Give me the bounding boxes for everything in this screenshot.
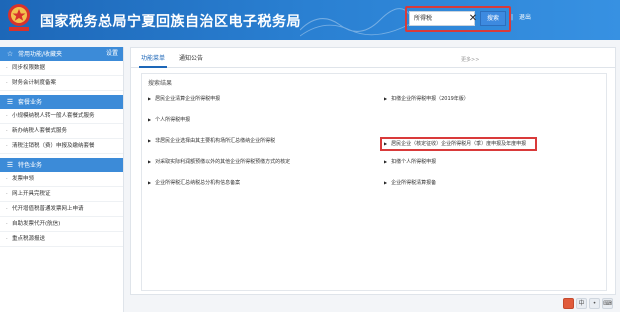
sidebar: ☆ 常用功能/收藏夹 设置 同步权限数据 财务会计制度备案 ☰ 套餐业务 小规模纳税…: [0, 47, 124, 312]
menu-icon: ☰: [6, 161, 14, 169]
result-link[interactable]: 对采取实际利润额预缴以外的其他企业所得税预缴方式的核定: [148, 158, 290, 165]
main-content: 功能菜单 通知公告 更多>> 搜索结果 居民企业清算企业所得税申报 扣缴企业所得…: [130, 47, 616, 295]
search-results-panel: 搜索结果 居民企业清算企业所得税申报 扣缴企业所得税申报（2019年版） 个人所…: [141, 73, 607, 291]
bottom-toolbar: 中 • ⌨: [563, 298, 613, 309]
more-link[interactable]: 更多>>: [461, 56, 479, 63]
result-link[interactable]: 居民企业清算企业所得税申报: [148, 95, 220, 102]
search-highlight-box: [405, 6, 511, 32]
section-packages-header[interactable]: ☰ 套餐业务: [0, 95, 123, 109]
header-user-links: | 退出: [511, 12, 535, 21]
result-link[interactable]: 企业所得税汇总纳税总分机构信息备案: [148, 179, 240, 186]
logout-link[interactable]: 退出: [519, 14, 531, 21]
sidebar-item[interactable]: 代开增值税普通发票网上申请: [0, 202, 123, 217]
sidebar-item[interactable]: 重点税源报送: [0, 232, 123, 247]
site-title: 国家税务总局宁夏回族自治区电子税务局: [40, 14, 301, 30]
menu-icon: ☰: [6, 98, 14, 106]
input-method-icon[interactable]: [563, 298, 574, 309]
section-favorites-header[interactable]: ☆ 常用功能/收藏夹 设置: [0, 47, 123, 61]
tab-function-menu[interactable]: 功能菜单: [139, 54, 168, 68]
section-title: 常用功能/收藏夹: [18, 51, 63, 58]
result-link[interactable]: 个人所得税申报: [148, 116, 190, 123]
punctuation-icon[interactable]: •: [589, 298, 600, 309]
result-link[interactable]: 企业所得税清算报备: [384, 179, 436, 186]
section-special-header[interactable]: ☰ 特色业务: [0, 158, 123, 172]
sidebar-item[interactable]: 发票申领: [0, 172, 123, 187]
manage-favorites-link[interactable]: 设置: [106, 47, 118, 61]
result-highlight-box: [380, 137, 537, 151]
sidebar-item[interactable]: 新办纳税人套餐式服务: [0, 124, 123, 139]
keyboard-icon[interactable]: ⌨: [602, 298, 613, 309]
results-label: 搜索结果: [148, 80, 173, 87]
result-link[interactable]: 扣缴个人所得税申报: [384, 158, 436, 165]
section-title: 套餐业务: [18, 99, 43, 106]
sidebar-item[interactable]: 财务会计制度备案: [0, 76, 123, 91]
sidebar-item[interactable]: 自助发票代开(航信): [0, 217, 123, 232]
section-title: 特色业务: [18, 162, 43, 169]
sidebar-item[interactable]: 同步权限数据: [0, 61, 123, 76]
star-icon: ☆: [6, 50, 14, 58]
sidebar-item[interactable]: 小规模纳税人转一般人套餐式服务: [0, 109, 123, 124]
tab-bar: 功能菜单 通知公告 更多>>: [131, 48, 615, 68]
top-header: 国家税务总局宁夏回族自治区电子税务局 所得税 ✕ 搜索 | 退出: [0, 0, 620, 40]
result-link[interactable]: 非居民企业选择由其主要机构场所汇总缴纳企业所得税: [148, 137, 275, 144]
header-divider: |: [511, 14, 514, 21]
tax-emblem-icon: [8, 4, 30, 31]
chinese-mode-button[interactable]: 中: [576, 298, 587, 309]
tab-announcements[interactable]: 通知公告: [177, 54, 205, 68]
sidebar-item[interactable]: 网上开具完税证: [0, 187, 123, 202]
sidebar-item[interactable]: 清税注销税（费）申报及缴纳套餐: [0, 139, 123, 154]
header-decoration: [300, 8, 410, 37]
result-link[interactable]: 扣缴企业所得税申报（2019年版）: [384, 95, 469, 102]
